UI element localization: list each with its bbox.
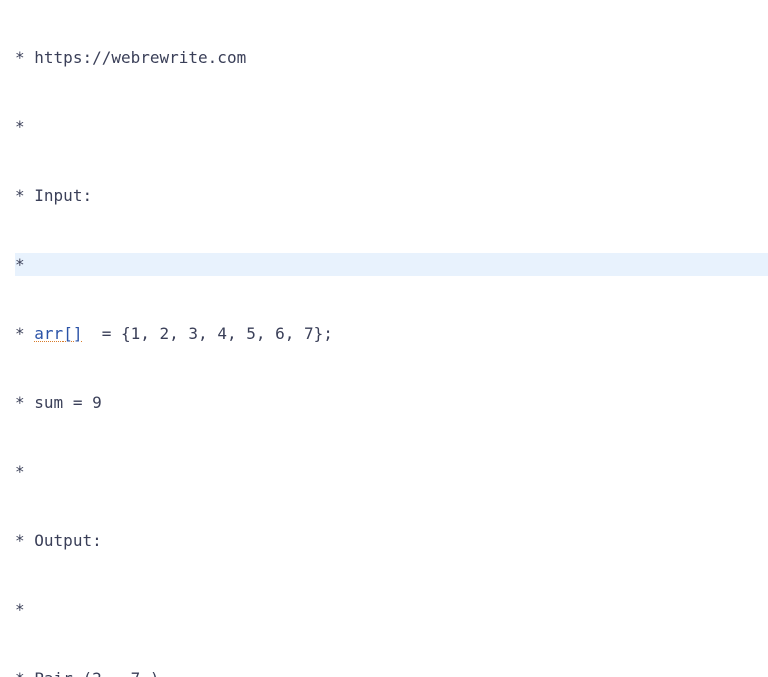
code-line: * Input: (15, 184, 768, 207)
code-editor: * https://webrewrite.com * * Input: * * … (0, 0, 768, 677)
code-line: * https://webrewrite.com (15, 46, 768, 69)
comment-star: * (15, 669, 25, 677)
comment-star: * (15, 462, 25, 481)
code-line: * (15, 460, 768, 483)
comment-star: * (15, 393, 25, 412)
code-line: * arr[] = {1, 2, 3, 4, 5, 6, 7}; (15, 322, 768, 345)
ident-arr: arr (34, 324, 63, 343)
comment-star: * (15, 48, 25, 67)
code-line: * Pair (2 , 7 ) (15, 667, 768, 677)
comment-star: * (15, 255, 25, 274)
comment-star: * (15, 531, 25, 550)
code-line: * (15, 115, 768, 138)
code-line: * Output: (15, 529, 768, 552)
comment-star: * (15, 324, 25, 343)
bracket-icon: [] (63, 324, 82, 343)
url-text: https://webrewrite.com (34, 48, 246, 67)
comment-star: * (15, 186, 25, 205)
output-label: Output: (34, 531, 101, 550)
comment-star: * (15, 117, 25, 136)
pair-row: Pair (2 , 7 ) (34, 669, 159, 677)
code-line-highlighted: * (15, 253, 768, 276)
sum-line: sum = 9 (34, 393, 101, 412)
comment-star: * (15, 600, 25, 619)
code-line: * sum = 9 (15, 391, 768, 414)
code-line: * (15, 598, 768, 621)
input-label: Input: (34, 186, 92, 205)
arr-values: = {1, 2, 3, 4, 5, 6, 7}; (82, 324, 332, 343)
